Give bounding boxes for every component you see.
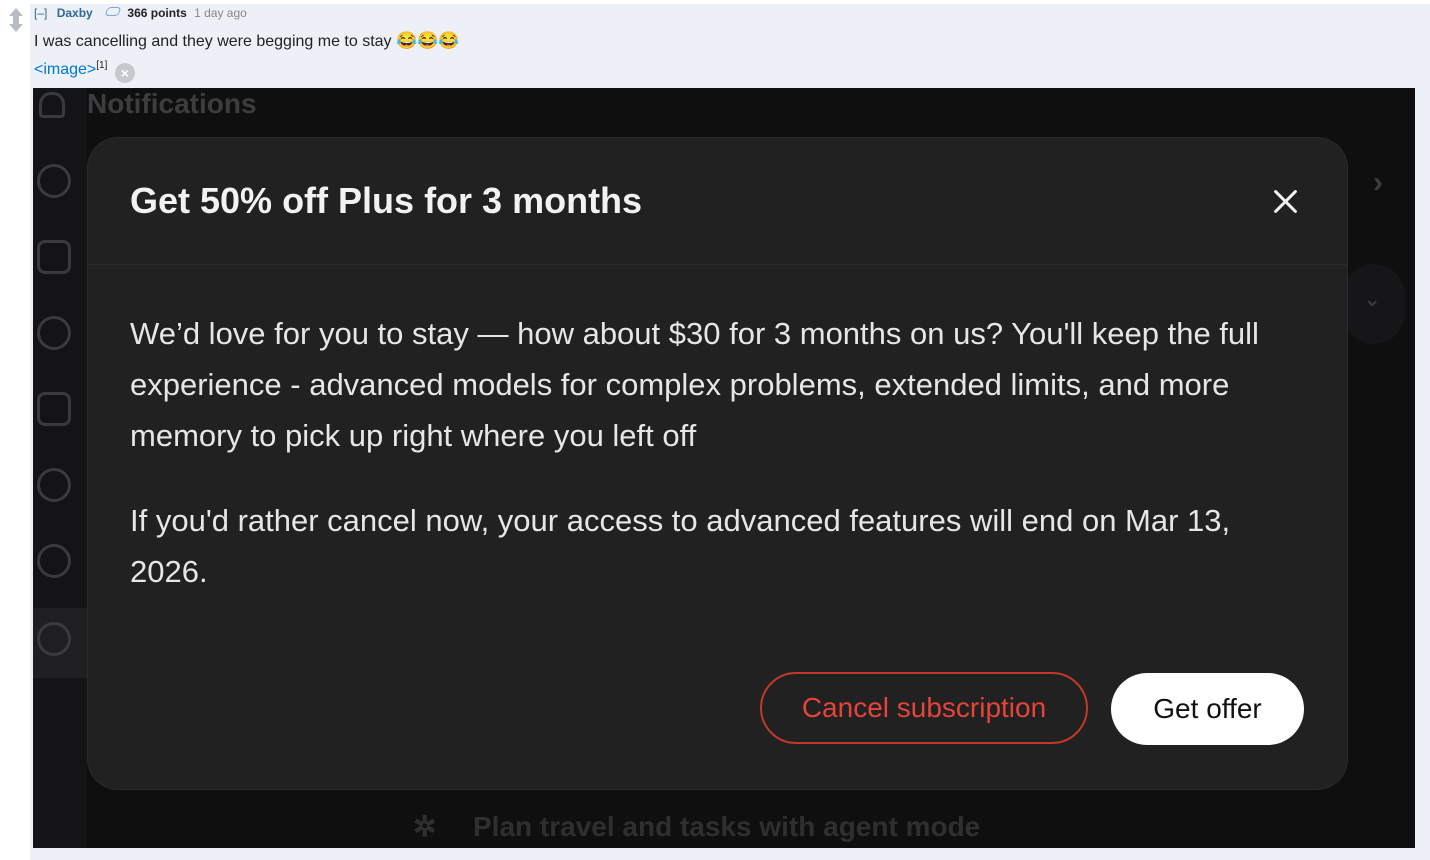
get-offer-button[interactable]: Get offer — [1111, 673, 1304, 745]
comment-text: I was cancelling and they were begging m… — [34, 33, 392, 50]
timestamp: 1 day ago — [194, 6, 247, 20]
image-link-row: <image>[1] × — [34, 60, 135, 83]
image-link[interactable]: <image> — [34, 61, 96, 78]
database-icon — [37, 392, 71, 426]
account-icon — [37, 622, 71, 656]
background-footer: ✲ Plan travel and tasks with agent mode — [413, 810, 980, 843]
upvote-arrow-icon[interactable] — [9, 8, 23, 22]
modal-header: Get 50% off Plus for 3 months — [88, 138, 1347, 265]
background-page-title: Notifications — [87, 88, 257, 119]
retention-offer-modal: Get 50% off Plus for 3 months We’d love … — [88, 138, 1347, 789]
cancellation-notice: If you'd rather cancel now, your access … — [130, 503, 1231, 589]
chevron-down-icon: ⌄ — [1363, 286, 1382, 311]
comment-tagline: [–] Daxby 366 points 1 day ago — [34, 6, 247, 20]
tag-icon — [104, 7, 122, 16]
comment: [–] Daxby 366 points 1 day ago I was can… — [0, 0, 1430, 860]
offer-description: We’d love for you to stay — how about $3… — [130, 316, 1259, 453]
embedded-screenshot: Notifications › ⌄ ✲ Plan travel and tasks… — [33, 88, 1415, 848]
collapse-toggle[interactable]: [–] — [34, 6, 47, 20]
score: 366 points — [127, 6, 187, 20]
comment-body: I was cancelling and they were begging m… — [34, 31, 460, 51]
history-icon — [37, 164, 71, 198]
downvote-arrow-icon[interactable] — [9, 18, 23, 32]
bell-icon — [39, 92, 65, 118]
clock-icon — [37, 316, 71, 350]
laughing-emoji: 😂😂😂 — [396, 31, 460, 50]
agent-mode-icon: ✲ — [413, 811, 437, 842]
close-icon[interactable] — [1266, 182, 1306, 222]
chevron-right-icon: › — [1373, 166, 1383, 199]
author-link[interactable]: Daxby — [57, 6, 93, 20]
background-sidebar — [33, 88, 87, 848]
remove-image-icon[interactable]: × — [114, 63, 135, 83]
apps-grid-icon — [37, 240, 71, 274]
cancel-subscription-button[interactable]: Cancel subscription — [760, 672, 1088, 744]
user-lock-icon — [37, 544, 71, 578]
modal-title: Get 50% off Plus for 3 months — [130, 180, 643, 221]
background-dropdown: ⌄ — [1343, 264, 1405, 344]
background-footer-text: Plan travel and tasks with agent mode — [473, 811, 981, 842]
vote-controls — [6, 8, 26, 32]
image-footnote-ref[interactable]: [1] — [96, 60, 107, 71]
brain-icon — [37, 468, 71, 502]
